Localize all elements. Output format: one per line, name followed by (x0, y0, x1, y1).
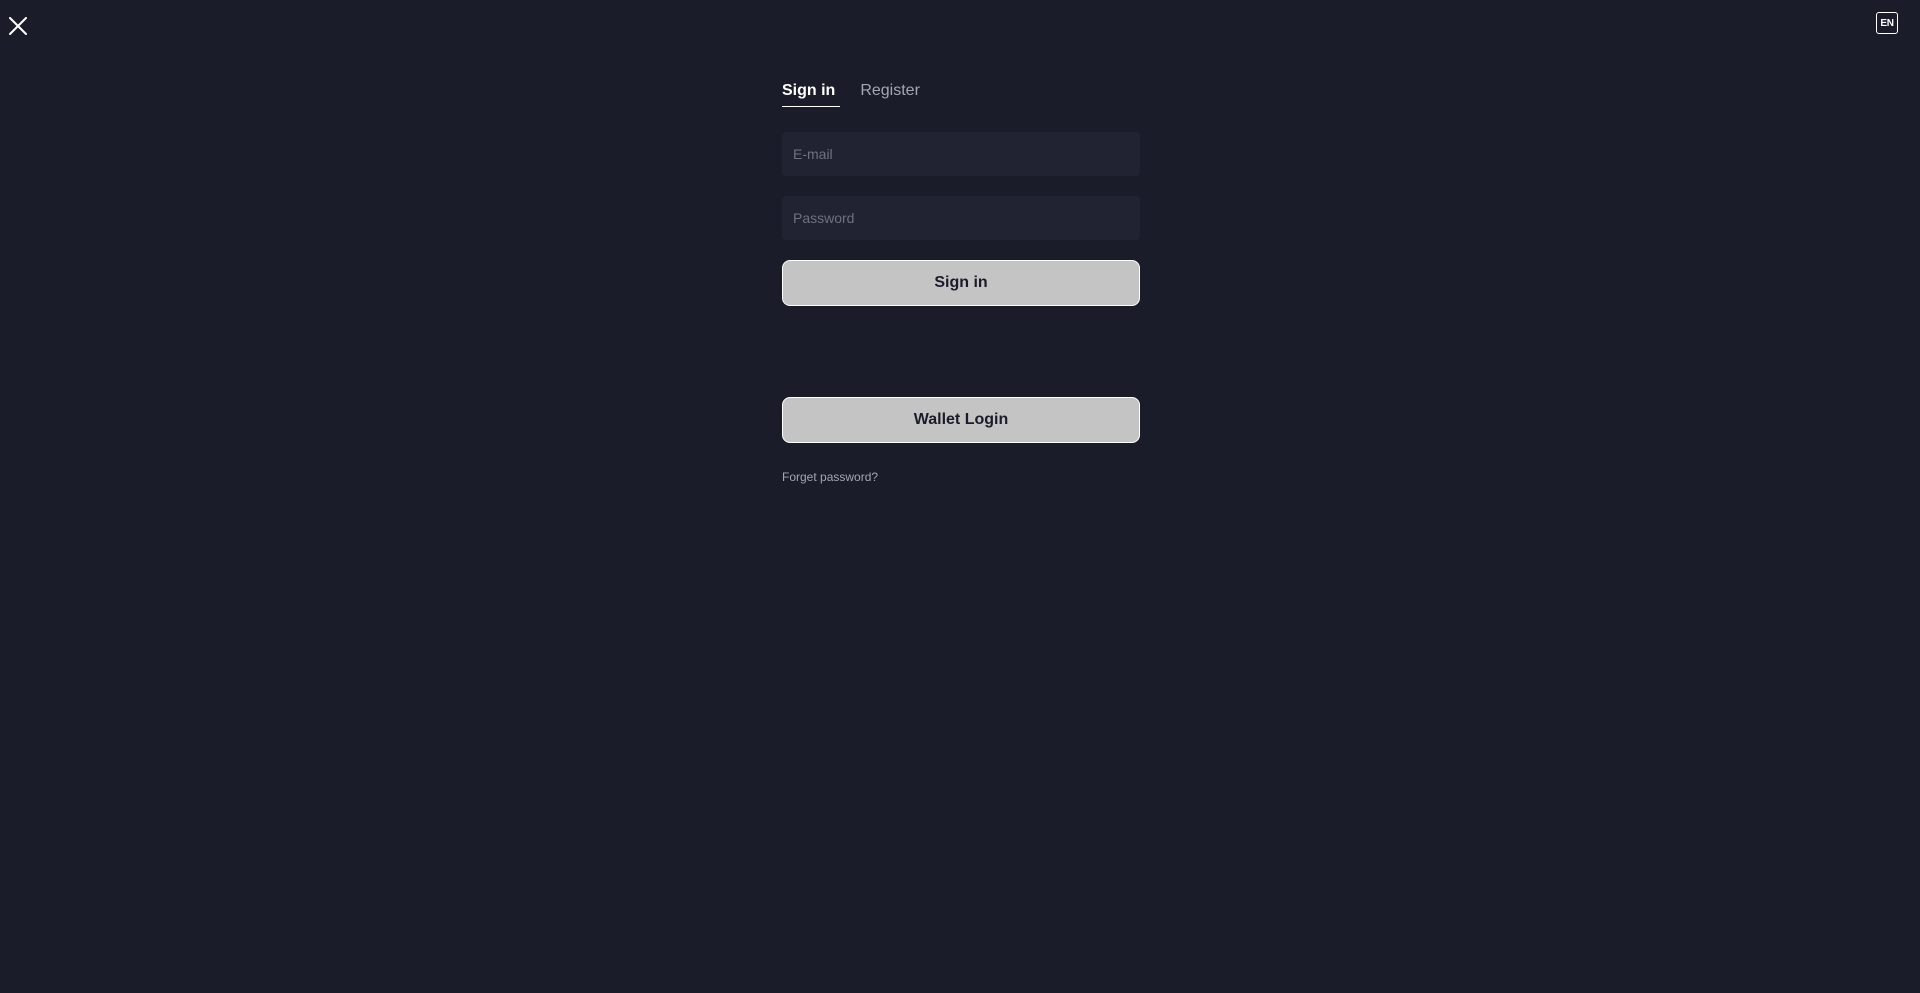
login-page: EN Sign in Register Sign in Wallet Login… (0, 0, 1920, 993)
language-label: EN (1880, 17, 1894, 29)
sign-in-button[interactable]: Sign in (782, 260, 1140, 306)
password-input[interactable] (782, 196, 1140, 240)
language-selector-button[interactable]: EN (1876, 12, 1898, 34)
close-button[interactable] (6, 14, 30, 38)
login-form: Sign in Register Sign in Wallet Login Fo… (782, 80, 1140, 486)
auth-tabs: Sign in Register (782, 80, 1140, 107)
forgot-password-link[interactable]: Forget password? (782, 470, 878, 484)
wallet-login-button[interactable]: Wallet Login (782, 397, 1140, 443)
tab-register[interactable]: Register (860, 80, 920, 106)
email-input[interactable] (782, 132, 1140, 176)
tab-sign-in[interactable]: Sign in (782, 80, 841, 107)
close-icon (9, 17, 27, 35)
